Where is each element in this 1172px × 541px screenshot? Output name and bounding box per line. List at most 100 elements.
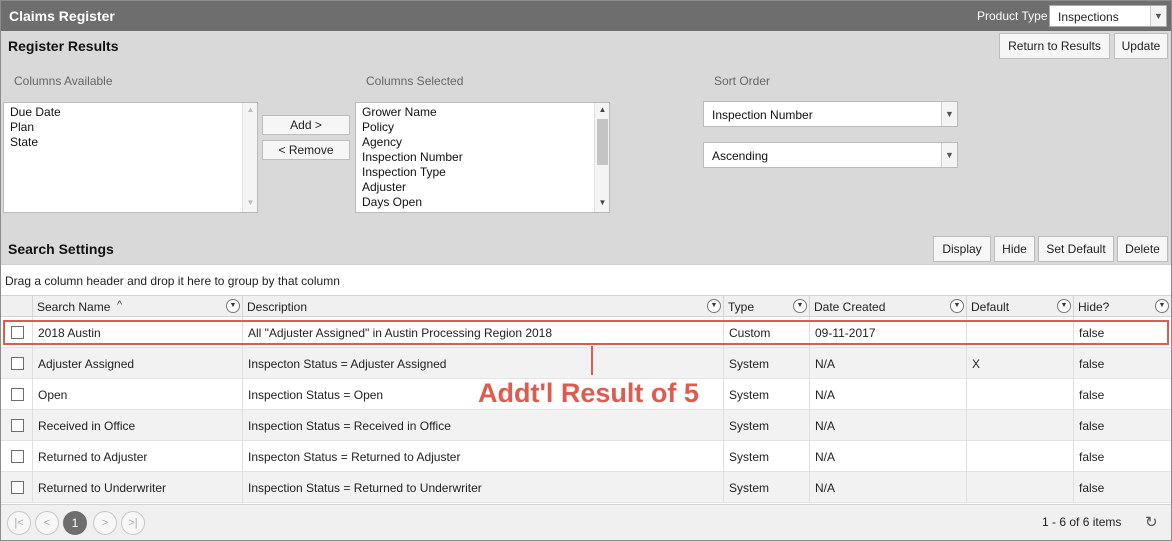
scroll-up-icon[interactable]: ▲: [243, 105, 257, 117]
next-page-icon[interactable]: >: [93, 511, 117, 535]
column-header-label: Hide?: [1078, 300, 1110, 314]
list-item[interactable]: Due Date: [4, 105, 257, 120]
list-item[interactable]: Adjuster: [356, 180, 609, 195]
cell-text: N/A: [815, 357, 836, 371]
list-item[interactable]: Agency: [356, 135, 609, 150]
column-header-default[interactable]: Default ▼: [966, 296, 1073, 317]
column-header-search-name[interactable]: Search Name ^ ▼: [32, 296, 242, 317]
list-item[interactable]: Inspection Number: [356, 150, 609, 165]
row-select-cell: [1, 379, 32, 410]
return-to-results-button[interactable]: Return to Results: [999, 33, 1110, 59]
column-header-date-created[interactable]: Date Created ▼: [809, 296, 966, 317]
row-checkbox[interactable]: [11, 357, 24, 370]
cell-description: Inspecton Status = Adjuster Assigned: [242, 348, 723, 379]
list-item[interactable]: Grower Name: [356, 105, 609, 120]
table-row[interactable]: Returned to Adjuster Inspecton Status = …: [1, 441, 1171, 472]
table-row[interactable]: Received in Office Inspection Status = R…: [1, 410, 1171, 441]
filter-icon[interactable]: ▼: [1155, 299, 1169, 313]
set-default-button[interactable]: Set Default: [1038, 236, 1114, 262]
cell-default: [966, 472, 1073, 503]
cell-date-created: N/A: [809, 441, 966, 472]
grid-header: Search Name ^ ▼ Description ▼ Type ▼ Dat…: [1, 295, 1171, 317]
column-header-hide[interactable]: Hide? ▼: [1073, 296, 1171, 317]
scroll-up-icon[interactable]: ▲: [595, 105, 609, 117]
list-item[interactable]: Plan: [4, 120, 257, 135]
sort-field-value: Inspection Number: [712, 108, 813, 122]
previous-page-icon[interactable]: <: [35, 511, 59, 535]
row-checkbox[interactable]: [11, 481, 24, 494]
cell-search-name: Open: [32, 379, 242, 410]
column-header-label: Date Created: [814, 300, 886, 314]
sort-order-label: Sort Order: [714, 74, 771, 88]
hide-button[interactable]: Hide: [994, 236, 1035, 262]
cell-search-name: Returned to Adjuster: [32, 441, 242, 472]
scroll-thumb[interactable]: [597, 119, 608, 165]
sort-direction-select[interactable]: Ascending ▼: [703, 142, 958, 168]
column-header-type[interactable]: Type ▼: [723, 296, 809, 317]
group-drop-area[interactable]: Drag a column header and drop it here to…: [1, 264, 1171, 295]
cell-type: System: [723, 441, 809, 472]
cell-search-name: Adjuster Assigned: [32, 348, 242, 379]
cell-text: X: [972, 357, 981, 371]
row-checkbox[interactable]: [11, 450, 24, 463]
product-type-select[interactable]: Inspections ▼: [1049, 5, 1167, 27]
cell-text: System: [729, 388, 770, 402]
pager-info: 1 - 6 of 6 items: [1042, 515, 1122, 529]
current-page-button[interactable]: 1: [63, 511, 87, 535]
cell-hide: false: [1073, 410, 1171, 441]
display-button[interactable]: Display: [933, 236, 991, 262]
update-button[interactable]: Update: [1114, 33, 1168, 59]
chevron-down-icon[interactable]: ▼: [1150, 6, 1166, 26]
cell-text: N/A: [815, 388, 836, 402]
last-page-icon[interactable]: >|: [121, 511, 145, 535]
filter-icon[interactable]: ▼: [226, 299, 240, 313]
list-item[interactable]: Days Open: [356, 195, 609, 210]
table-row[interactable]: Adjuster Assigned Inspecton Status = Adj…: [1, 348, 1171, 379]
cell-text: Inspection Status = Received in Office: [248, 419, 451, 433]
list-item[interactable]: Policy: [356, 120, 609, 135]
cell-date-created: N/A: [809, 472, 966, 503]
cell-default: [966, 441, 1073, 472]
search-settings-title: Search Settings: [8, 241, 114, 257]
columns-selected-label: Columns Selected: [366, 74, 464, 88]
scroll-down-icon[interactable]: ▼: [595, 198, 609, 210]
row-checkbox[interactable]: [11, 419, 24, 432]
row-select-cell: [1, 441, 32, 472]
cell-date-created: N/A: [809, 379, 966, 410]
columns-selected-list[interactable]: Grower Name Policy Agency Inspection Num…: [355, 102, 610, 213]
cell-date-created: N/A: [809, 410, 966, 441]
sort-direction-value: Ascending: [712, 149, 769, 163]
sort-field-select[interactable]: Inspection Number ▼: [703, 101, 958, 127]
scrollbar[interactable]: ▲ ▼: [242, 103, 257, 212]
add-button[interactable]: Add >: [262, 115, 350, 135]
column-header-label: Default: [971, 300, 1010, 314]
cell-text: Open: [38, 388, 68, 402]
cell-text: Returned to Underwriter: [38, 481, 167, 495]
chevron-down-icon[interactable]: ▼: [941, 143, 957, 167]
columns-available-list[interactable]: Due Date Plan State ▲ ▼: [3, 102, 258, 213]
list-item[interactable]: Inspection Type: [356, 165, 609, 180]
table-row[interactable]: Returned to Underwriter Inspection Statu…: [1, 472, 1171, 503]
delete-button[interactable]: Delete: [1117, 236, 1168, 262]
remove-button[interactable]: < Remove: [262, 140, 350, 160]
row-select-cell: [1, 410, 32, 441]
cell-default: [966, 379, 1073, 410]
filter-icon[interactable]: ▼: [707, 299, 721, 313]
refresh-icon[interactable]: ↻: [1145, 513, 1158, 531]
column-header-label: Type: [728, 300, 755, 314]
list-item[interactable]: State: [4, 135, 257, 150]
filter-icon[interactable]: ▼: [793, 299, 807, 313]
scroll-down-icon[interactable]: ▼: [243, 198, 257, 210]
cell-hide: false: [1073, 379, 1171, 410]
chevron-down-icon[interactable]: ▼: [941, 102, 957, 126]
first-page-icon[interactable]: |<: [7, 511, 31, 535]
cell-hide: false: [1073, 348, 1171, 379]
product-type-value: Inspections: [1058, 10, 1119, 24]
scrollbar[interactable]: ▲ ▼: [594, 103, 609, 212]
column-header-description[interactable]: Description ▼: [242, 296, 723, 317]
filter-icon[interactable]: ▼: [950, 299, 964, 313]
row-checkbox[interactable]: [11, 388, 24, 401]
cell-text: false: [1079, 388, 1105, 402]
filter-icon[interactable]: ▼: [1057, 299, 1071, 313]
cell-text: false: [1079, 357, 1105, 371]
